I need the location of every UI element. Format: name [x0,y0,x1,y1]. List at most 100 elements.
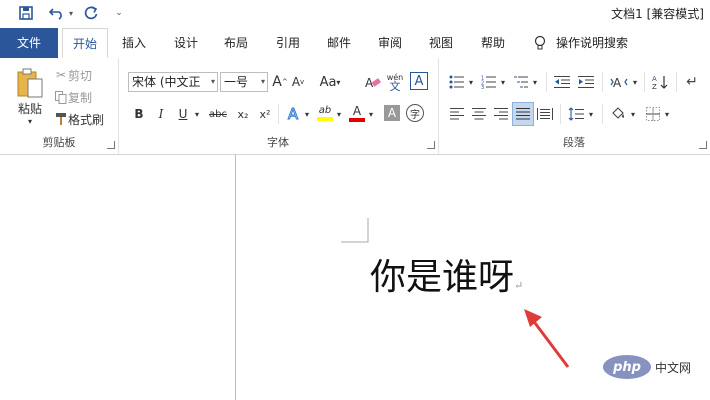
underline-dropdown-icon[interactable]: ▾ [192,104,202,124]
text-effects-dropdown-icon[interactable]: ▾ [302,104,312,124]
paragraph-group: ▾ 123 ▾ ▾ A ▾ AZ ↵ ▾ ▾ ▾ 段落 [438,58,710,154]
format-painter-button[interactable]: 格式刷 [68,110,110,128]
paragraph-separator [644,72,645,92]
ribbon: 粘贴 ▾ ✂ 剪切 复制 格式刷 剪贴板 宋体 (中文正 ▾ 一号 ▾ A ^ Av … [0,58,710,155]
align-right-icon[interactable] [492,104,510,124]
paragraph-group-label: 段落 [563,136,585,149]
sort-icon[interactable]: AZ [650,72,670,92]
page-left-edge [235,155,236,400]
svg-text:Z: Z [652,83,657,90]
subscript-button[interactable]: x₂ [234,104,252,124]
show-marks-icon[interactable]: ↵ [682,72,702,92]
svg-text:A: A [613,76,622,89]
tab-insert[interactable]: 插入 [114,28,154,58]
highlight-dropdown-icon[interactable]: ▾ [334,104,344,124]
watermark-label: 中文网 [655,360,692,375]
cut-button[interactable]: 剪切 [68,66,98,84]
window-title: 文档1 [兼容模式] [611,7,704,21]
underline-button[interactable]: U [174,104,192,124]
redo-icon[interactable] [82,4,100,22]
borders-icon[interactable] [644,104,662,124]
tab-home[interactable]: 开始 [62,28,108,58]
align-left-icon[interactable] [448,104,466,124]
clipboard-group-label: 剪贴板 [42,136,76,149]
shading-dropdown-icon[interactable]: ▾ [628,104,638,124]
strikethrough-button[interactable]: abc [206,104,230,124]
enclose-characters-icon[interactable]: 字 [406,104,424,122]
watermark: php 中文网 [603,355,691,379]
paste-button[interactable]: 粘贴 [10,100,50,116]
copy-button[interactable]: 复制 [68,88,98,106]
paragraph-separator [546,72,547,92]
line-spacing-dropdown-icon[interactable]: ▾ [586,104,596,124]
shrink-font-icon[interactable]: Av [290,72,306,92]
numbering-dropdown-icon[interactable]: ▾ [498,72,508,92]
change-case-icon[interactable]: Aa ▾ [316,72,344,92]
font-color-icon[interactable]: A [348,102,366,124]
paragraph-separator [602,72,603,92]
decrease-indent-icon[interactable] [552,72,572,92]
title-bar: ▾ ⌄ 文档1 [兼容模式] [0,0,710,28]
tab-references[interactable]: 引用 [268,28,308,58]
save-icon[interactable] [16,4,36,22]
superscript-button[interactable]: x² [256,104,274,124]
font-group-label: 字体 [267,136,289,149]
clipboard-group: 粘贴 ▾ ✂ 剪切 复制 格式刷 剪贴板 [0,58,119,154]
clear-format-icon[interactable]: A [364,72,382,92]
shading-icon[interactable] [608,104,628,124]
char-border-icon[interactable]: A [410,72,428,90]
paragraph-separator [602,104,603,124]
font-color-dropdown-icon[interactable]: ▾ [366,104,376,124]
line-spacing-icon[interactable] [566,104,586,124]
svg-text:3: 3 [481,85,484,89]
svg-text:A: A [652,75,657,83]
tell-me-search[interactable]: 操作说明搜索 [556,28,636,58]
margin-corner-mark [341,218,369,243]
bullets-icon[interactable] [448,72,466,92]
document-paragraph-text[interactable]: 你是谁呀 [370,257,514,298]
php-logo: php [603,355,651,379]
tab-layout[interactable]: 布局 [216,28,256,58]
undo-icon[interactable] [48,4,66,22]
tab-view[interactable]: 视图 [420,28,462,58]
paste-icon[interactable] [12,66,48,100]
tab-review[interactable]: 审阅 [369,28,411,58]
paste-dropdown-icon[interactable]: ▾ [22,116,38,126]
char-shading-icon[interactable]: A [384,105,400,121]
bullets-dropdown-icon[interactable]: ▾ [466,72,476,92]
multilevel-list-dropdown-icon[interactable]: ▾ [530,72,540,92]
asian-layout-dropdown-icon[interactable]: ▾ [630,72,640,92]
tab-help[interactable]: 帮助 [472,28,514,58]
paragraph-separator [676,72,677,92]
tab-file[interactable]: 文件 [0,28,58,58]
font-group: 宋体 (中文正 ▾ 一号 ▾ A ^ Av Aa ▾ A wén 文 A B I U ▾… [118,58,439,154]
tab-design[interactable]: 设计 [166,28,206,58]
customize-icon[interactable]: ⌄ [112,4,126,22]
bold-button[interactable]: B [130,104,148,124]
align-center-icon[interactable] [470,104,488,124]
asian-layout-icon[interactable]: A [608,72,630,92]
ribbon-tabs: 文件 开始 插入 设计 布局 引用 邮件 审阅 视图 帮助 操作说明搜索 [0,28,710,59]
numbering-icon[interactable]: 123 [480,72,498,92]
distributed-icon[interactable] [536,104,554,124]
tab-mailings[interactable]: 邮件 [318,28,360,58]
phonetic-guide-icon[interactable]: wén 文 [386,70,404,94]
paragraph-mark-icon: ↵ [514,279,524,292]
document-text[interactable]: 你是谁呀↵ [370,256,523,308]
undo-dropdown-icon[interactable]: ▾ [66,4,76,22]
increase-indent-icon[interactable] [576,72,596,92]
font-launcher-icon[interactable] [427,141,435,149]
multilevel-list-icon[interactable] [512,72,530,92]
grow-font-icon[interactable]: A ^ [272,72,288,92]
font-name-select[interactable]: 宋体 (中文正 ▾ [128,72,218,92]
font-separator [278,104,279,124]
text-effects-icon[interactable]: A [284,104,302,124]
justify-icon[interactable] [512,102,534,126]
font-size-select[interactable]: 一号 ▾ [220,72,268,92]
lightbulb-icon[interactable] [530,28,550,58]
italic-button[interactable]: I [152,104,170,124]
clipboard-launcher-icon[interactable] [107,141,115,149]
paragraph-launcher-icon[interactable] [699,141,707,149]
highlight-icon[interactable]: ab [316,102,334,124]
borders-dropdown-icon[interactable]: ▾ [662,104,672,124]
